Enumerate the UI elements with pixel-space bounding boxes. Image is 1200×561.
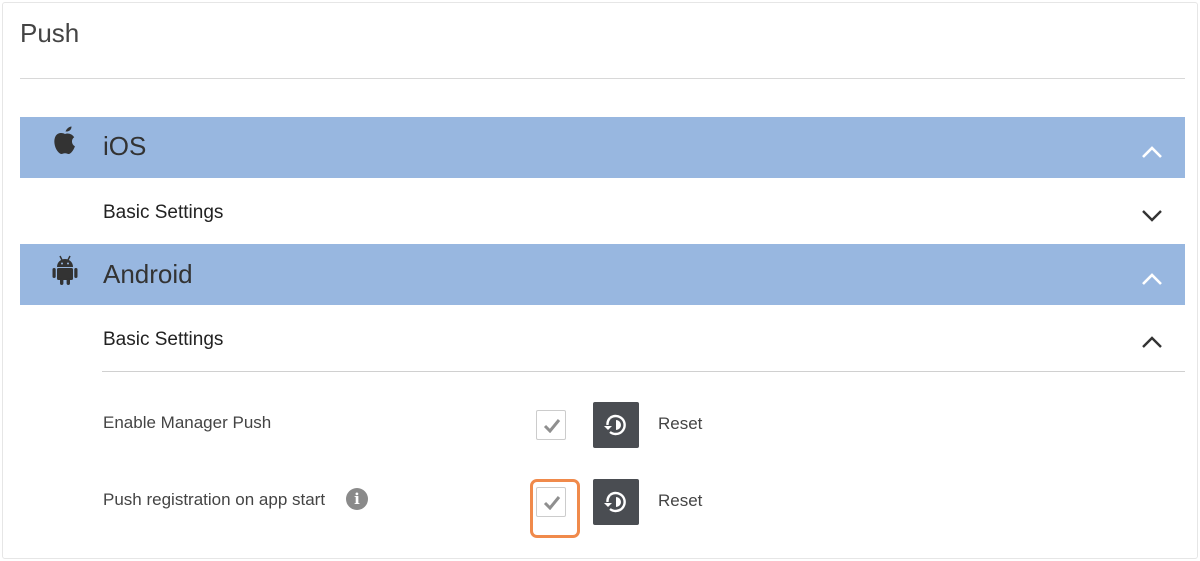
platform-bar-ios[interactable]: iOS: [20, 117, 1185, 178]
setting-row-enable-manager-push: Enable Manager Push Reset: [103, 400, 803, 448]
reset-button[interactable]: [593, 402, 639, 448]
section-header-ios-basic-settings[interactable]: Basic Settings: [103, 194, 1185, 234]
apple-icon: [50, 123, 80, 159]
platform-bar-android[interactable]: Android: [20, 244, 1185, 305]
reset-label[interactable]: Reset: [658, 491, 702, 511]
chevron-up-icon[interactable]: [1141, 335, 1163, 349]
info-icon[interactable]: i: [346, 488, 368, 510]
setting-label: Enable Manager Push: [103, 413, 272, 432]
section-header-android-basic-settings[interactable]: Basic Settings: [103, 321, 1185, 361]
push-registration-checkbox[interactable]: [536, 487, 566, 517]
chevron-up-icon[interactable]: [1141, 145, 1163, 159]
enable-manager-push-checkbox[interactable]: [536, 410, 566, 440]
title-divider: [20, 78, 1185, 79]
reset-button[interactable]: [593, 479, 639, 525]
setting-label: Push registration on app start: [103, 490, 326, 509]
platform-label-android: Android: [103, 259, 193, 289]
section-label: Basic Settings: [103, 202, 224, 223]
chevron-up-icon[interactable]: [1141, 272, 1163, 286]
setting-row-push-registration-on-app-start: Push registration on app start i Reset: [103, 477, 803, 538]
reset-label[interactable]: Reset: [658, 414, 702, 434]
section-label: Basic Settings: [103, 329, 224, 350]
platform-label-ios: iOS: [103, 131, 147, 161]
chevron-down-icon[interactable]: [1141, 208, 1163, 222]
android-icon: [50, 254, 80, 290]
page-title: Push: [20, 18, 80, 48]
section-divider: [102, 371, 1185, 372]
